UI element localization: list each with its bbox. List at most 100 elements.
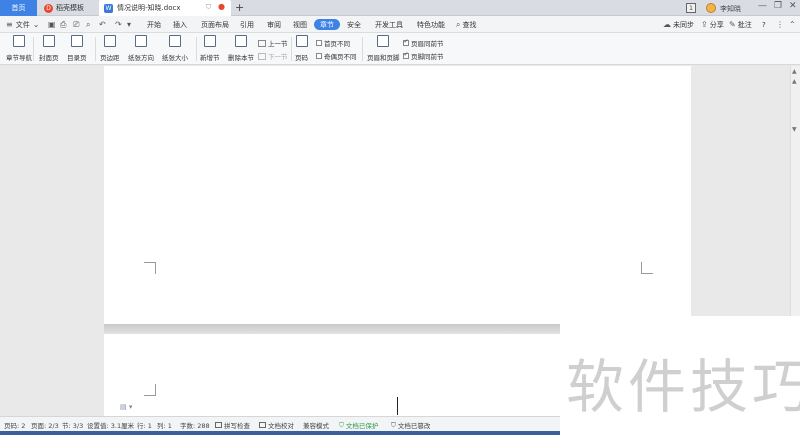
menu-section[interactable]: 章节 [314,19,340,30]
page-number-button[interactable]: 页码 [295,35,308,62]
up-arrow-icon [258,39,266,47]
minimize-button[interactable]: — [758,1,767,11]
avatar[interactable] [706,3,716,13]
menu-view[interactable]: 视图 [293,16,307,33]
prev-section-button[interactable]: 上一节 [258,38,288,48]
share-label: 分享 [709,20,724,29]
help-button[interactable]: ? [762,16,766,33]
status-page-number[interactable]: 页码: 2 [4,420,25,430]
search-label: 查找 [462,20,477,29]
delete-section-button[interactable]: 删除本节 [228,35,254,62]
export-pdf-icon[interactable]: ⎙ [60,16,66,33]
spell-check-button[interactable]: 拼写检查 [215,420,250,430]
menu-security[interactable]: 安全 [347,16,361,33]
next-section-label: 下一节 [268,53,288,61]
collapse-ribbon-icon[interactable]: ⌃ [789,16,796,33]
first-page-diff-checkbox[interactable]: 首页不同 [316,38,350,48]
menu-page-layout[interactable]: 页面布局 [201,16,229,33]
customize-icon[interactable]: ▾ [127,16,131,33]
share-button[interactable]: ⇪ 分享 [701,16,724,33]
header-footer-button[interactable]: 页眉和页脚 [367,35,400,62]
tab-document[interactable]: W 情况说明-知晓.docx ⛉ ● [99,0,231,16]
margin-icon [103,35,116,47]
new-tab-button[interactable]: + [235,1,244,14]
tab-home[interactable]: 首页 [0,0,37,16]
toc-icon [70,35,83,47]
scroll-up-icon[interactable]: ▲ [792,68,797,75]
first-page-diff-label: 首页不同 [324,40,350,48]
status-section[interactable]: 节: 3/3 [62,420,83,430]
menu-features-label: 特色功能 [417,20,445,29]
footer-same-checkbox[interactable]: 页脚同前节 [403,51,444,61]
toc-button[interactable]: 目录页 [67,35,87,62]
file-menu[interactable]: ≡ 文件 ⌄ [6,16,39,33]
preview-icon[interactable]: ⌕ [86,16,90,33]
menu-references[interactable]: 引用 [240,16,254,33]
doc-protected-button[interactable]: ⛉ 文档已保护 [339,420,378,431]
status-row[interactable]: 行: 1 [137,420,152,430]
tab-home-label: 首页 [11,4,26,12]
orientation-label: 纸张方向 [128,54,154,62]
tab-template-label: 稻壳模板 [56,4,84,12]
menu-view-label: 视图 [293,20,307,29]
menu-developer[interactable]: 开发工具 [375,16,403,33]
margin-button[interactable]: 页边距 [100,35,120,62]
doc-modified-label: 文档已篡改 [397,422,431,430]
margin-corner-mark [144,384,156,396]
close-button[interactable]: ✕ [789,1,797,11]
delete-section-icon [235,35,247,47]
paragraph-layout-icon[interactable]: ▤ ▾ [120,403,132,411]
header-same-label: 页眉同前节 [411,40,444,48]
restore-button[interactable]: ❐ [774,1,782,11]
next-section-button[interactable]: 下一节 [258,51,288,61]
menu-insert[interactable]: 插入 [173,16,187,33]
checkbox-checked-icon [403,51,409,59]
undo-icon[interactable]: ↶ [99,16,106,33]
chapter-nav-button[interactable]: 章节导航 [6,35,32,62]
cover-page-button[interactable]: 封面页 [39,35,59,62]
status-pages[interactable]: 页面: 2/3 [31,420,59,430]
search-button[interactable]: ⌕ 查找 [456,16,476,33]
window-count-box[interactable]: 1 [686,3,696,13]
print-icon[interactable]: ⎚ [73,16,79,33]
orientation-button[interactable]: 纸张方向 [128,35,154,62]
ribbon-section: 章节导航 封面页 目录页 页边距 纸张方向 纸张大小 新增节 删除本节 上一节 … [0,33,800,65]
header-footer-icon [377,35,390,47]
menu-review[interactable]: 审阅 [267,16,281,33]
text-cursor [397,397,398,415]
doc-modified-button[interactable]: ⛉ 文档已篡改 [391,420,431,431]
sync-button[interactable]: ☁ 未同步 [663,16,694,33]
menu-home[interactable]: 开始 [147,16,161,33]
daoke-logo-icon: D [44,3,53,13]
tab-template[interactable]: D 稻壳模板 [39,0,97,16]
tab-bar: 首页 D 稻壳模板 W 情况说明-知晓.docx ⛉ ● + 1 李知晓 — ❐… [0,0,800,16]
status-setting[interactable]: 设置值: 3.1厘米 [87,420,134,430]
status-word-count[interactable]: 字数: 288 [180,420,210,430]
status-column[interactable]: 列: 1 [157,420,172,430]
menu-developer-label: 开发工具 [375,20,403,29]
margin-label: 页边距 [100,54,120,62]
comment-button[interactable]: ✎ 批注 [729,16,752,33]
unsaved-dot-icon[interactable]: ● [218,2,225,11]
save-icon[interactable]: ▣ [48,16,56,33]
spell-check-icon [215,422,222,428]
document-page[interactable] [104,66,691,324]
header-footer-label: 页眉和页脚 [367,54,400,62]
shield-icon: ⛉ [206,3,212,11]
scroll-up-page-icon[interactable]: ▲ [792,78,797,85]
odd-even-diff-checkbox[interactable]: 奇偶页不同 [316,51,357,61]
paper-size-button[interactable]: 纸张大小 [162,35,188,62]
proofread-button[interactable]: 文档校对 [259,420,294,430]
toc-label: 目录页 [67,54,87,62]
menu-features[interactable]: 特色功能 [417,16,445,33]
username[interactable]: 李知晓 [720,4,741,14]
page-number-icon [295,35,308,47]
divider [95,37,96,61]
new-section-button[interactable]: 新增节 [200,35,220,62]
checkbox-icon [316,53,322,59]
down-arrow-icon [258,52,266,60]
header-same-checkbox[interactable]: 页眉同前节 [403,38,444,48]
scroll-down-icon[interactable]: ▼ [792,126,797,133]
redo-icon[interactable]: ↷ [115,16,122,33]
more-icon[interactable]: ⋮ [776,16,784,33]
